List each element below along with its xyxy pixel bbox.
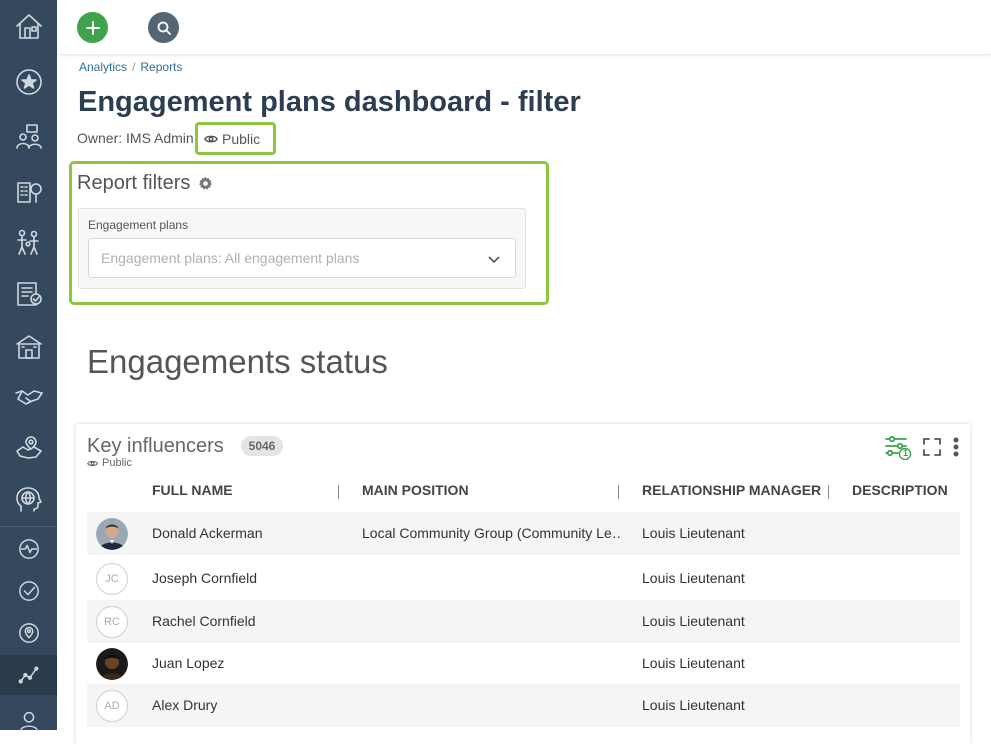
- location-icon: [18, 623, 39, 643]
- table-row[interactable]: RC Rachel Cornfield Louis Lieutenant: [87, 600, 960, 643]
- checklist-icon: [16, 282, 42, 306]
- full-name-cell[interactable]: Alex Drury: [152, 697, 217, 713]
- column-description[interactable]: DESCRIPTION: [852, 482, 948, 498]
- pulse-icon: [18, 539, 39, 559]
- avatar: [96, 648, 128, 680]
- expand-icon: [923, 438, 941, 456]
- search-button[interactable]: [148, 12, 179, 43]
- card-visibility-label: Public: [102, 457, 132, 469]
- top-bar: [57, 0, 991, 54]
- relationship-manager-cell: Louis Lieutenant: [642, 570, 745, 586]
- sidebar-item-facilities[interactable]: [0, 326, 57, 366]
- check-circle-icon: [18, 581, 39, 601]
- more-options-button[interactable]: [952, 437, 960, 457]
- sidebar-item-activity[interactable]: [0, 529, 57, 569]
- column-full-name[interactable]: FULL NAME: [152, 482, 233, 498]
- column-separator[interactable]: [338, 485, 339, 499]
- sidebar-item-regions[interactable]: [0, 428, 57, 468]
- sidebar: [0, 0, 57, 731]
- sidebar-item-locations[interactable]: [0, 613, 57, 653]
- report-filters-title: Report filters: [77, 172, 213, 195]
- column-main-position[interactable]: MAIN POSITION: [362, 482, 469, 498]
- search-icon: [157, 21, 171, 35]
- count-badge: 5046: [241, 436, 283, 456]
- card-toolbar: 1: [884, 434, 960, 460]
- sidebar-item-organizations[interactable]: [0, 170, 57, 210]
- engagement-plans-label: Engagement plans: [88, 218, 189, 232]
- visibility-badge[interactable]: Public: [195, 122, 276, 155]
- main-position-cell: Local Community Group (Community Le…: [362, 525, 622, 541]
- map-pin-icon: [15, 436, 42, 459]
- table-row[interactable]: JC Joseph Cornfield Louis Lieutenant: [87, 557, 960, 600]
- plus-icon: [85, 20, 100, 35]
- section-title: Engagements status: [87, 343, 388, 380]
- sidebar-item-tasks[interactable]: [0, 273, 57, 313]
- full-name-cell[interactable]: Donald Ackerman: [152, 525, 263, 541]
- globe-head-icon: [15, 487, 42, 512]
- breadcrumb-analytics[interactable]: Analytics: [79, 60, 127, 74]
- sidebar-item-home[interactable]: [0, 6, 57, 46]
- breadcrumb-separator: /: [132, 60, 136, 74]
- fullscreen-button[interactable]: [922, 437, 942, 457]
- engagement-plans-select[interactable]: Engagement plans: All engagement plans: [88, 238, 516, 278]
- sidebar-item-agreements[interactable]: [0, 376, 57, 416]
- user-icon: [19, 711, 38, 731]
- sidebar-item-topics[interactable]: [0, 480, 57, 520]
- avatar: RC: [96, 606, 128, 638]
- engagement-plans-placeholder: Engagement plans: All engagement plans: [101, 250, 360, 266]
- column-separator[interactable]: [828, 485, 829, 499]
- sidebar-item-actions[interactable]: [0, 571, 57, 611]
- card-visibility: Public: [87, 457, 132, 469]
- column-separator[interactable]: [618, 485, 619, 499]
- sidebar-item-communities[interactable]: [0, 222, 57, 262]
- card-title: Key influencers: [87, 435, 224, 457]
- table-row[interactable]: AD Alex Drury Louis Lieutenant: [87, 684, 960, 727]
- filter-count-badge: 1: [902, 448, 908, 458]
- home-icon: [15, 14, 42, 39]
- table-row[interactable]: Donald Ackerman Local Community Group (C…: [87, 512, 960, 555]
- avatar: JC: [96, 563, 128, 595]
- full-name-cell[interactable]: Joseph Cornfield: [152, 570, 257, 586]
- gear-icon[interactable]: [198, 176, 213, 191]
- breadcrumb: Analytics / Reports: [79, 60, 182, 74]
- relationship-manager-cell: Louis Lieutenant: [642, 525, 745, 541]
- relationship-manager-cell: Louis Lieutenant: [642, 613, 745, 629]
- school-icon: [15, 335, 42, 359]
- family-icon: [16, 229, 39, 255]
- eye-icon: [204, 135, 218, 142]
- report-filters-label: Report filters: [77, 172, 191, 194]
- building-tree-icon: [16, 182, 42, 203]
- relationship-manager-cell: Louis Lieutenant: [642, 655, 745, 671]
- star-icon: [15, 69, 42, 95]
- owner-label: Owner: IMS Admin: [77, 130, 194, 146]
- sidebar-item-profile[interactable]: [0, 700, 57, 740]
- table-header: FULL NAME MAIN POSITION RELATIONSHIP MAN…: [87, 482, 960, 508]
- eye-icon: [87, 460, 98, 466]
- chevron-down-icon: [488, 256, 500, 264]
- engagement-plans-filter: Engagement plans Engagement plans: All e…: [78, 208, 526, 289]
- people-chat-icon: [15, 124, 42, 149]
- handshake-icon: [14, 390, 43, 405]
- full-name-cell[interactable]: Juan Lopez: [152, 655, 224, 671]
- breadcrumb-reports[interactable]: Reports: [140, 60, 182, 74]
- page-title: Engagement plans dashboard - filter: [78, 86, 581, 118]
- avatar: AD: [96, 690, 128, 722]
- full-name-cell[interactable]: Rachel Cornfield: [152, 613, 256, 629]
- avatar: [96, 518, 128, 550]
- analytics-icon: [18, 666, 38, 684]
- kebab-menu-icon: [953, 437, 959, 457]
- add-button[interactable]: [77, 12, 108, 43]
- sidebar-item-analytics[interactable]: [0, 655, 57, 695]
- column-relationship-manager[interactable]: RELATIONSHIP MANAGER: [642, 482, 821, 498]
- relationship-manager-cell: Louis Lieutenant: [642, 697, 745, 713]
- sidebar-item-stakeholders[interactable]: [0, 116, 57, 156]
- filter-settings-button[interactable]: 1: [884, 434, 912, 460]
- sidebar-divider: [0, 526, 57, 527]
- sidebar-item-favorites[interactable]: [0, 62, 57, 102]
- table-row[interactable]: Juan Lopez Louis Lieutenant: [87, 642, 960, 685]
- visibility-label: Public: [222, 130, 261, 147]
- key-influencers-card: Key influencers 5046 Public 1 FULL NAME …: [76, 424, 970, 744]
